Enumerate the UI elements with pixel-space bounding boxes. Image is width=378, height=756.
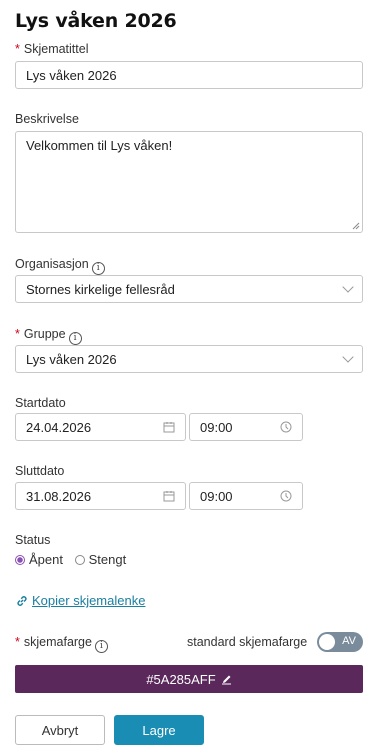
group-label-text: Gruppe: [23, 327, 66, 341]
start-time-input[interactable]: 09:00: [189, 413, 303, 441]
copy-link[interactable]: Kopier skjemalenke: [15, 593, 145, 608]
end-date-input[interactable]: 31.08.2026: [15, 482, 186, 510]
clock-icon[interactable]: [280, 421, 292, 433]
schema-title-label: * Skjematittel: [15, 42, 88, 56]
info-icon[interactable]: i: [68, 331, 82, 345]
organization-label-text: Organisasjon: [15, 257, 89, 271]
resize-handle-icon[interactable]: [352, 222, 360, 230]
description-label: Beskrivelse: [15, 112, 79, 126]
color-picker-button[interactable]: #5A285AFF: [15, 665, 363, 693]
clock-icon[interactable]: [280, 490, 292, 502]
calendar-icon[interactable]: [163, 490, 175, 502]
schema-color-label: * skjemafarge i: [15, 635, 108, 653]
link-icon: [17, 595, 27, 606]
toggle-knob: [319, 634, 335, 650]
description-textarea[interactable]: Velkommen til Lys våken!: [15, 131, 363, 233]
organization-value: Stornes kirkelige fellesråd: [26, 281, 175, 297]
schema-title-value: Lys våken 2026: [26, 67, 117, 83]
calendar-icon[interactable]: [163, 421, 175, 433]
radio-selected-icon[interactable]: [15, 555, 25, 565]
required-mark: *: [15, 327, 20, 341]
end-time-value: 09:00: [200, 488, 233, 504]
end-date-label: Sluttdato: [15, 464, 65, 478]
status-option-closed-label: Stengt: [88, 552, 127, 567]
schema-color-label-text: skjemafarge: [23, 635, 92, 649]
end-date-value: 31.08.2026: [26, 488, 92, 504]
status-option-open-label: Åpent: [29, 552, 63, 567]
description-value: Velkommen til Lys våken!: [26, 138, 173, 153]
pencil-icon: [221, 675, 231, 684]
required-mark: *: [15, 635, 20, 649]
radio-icon[interactable]: [74, 555, 85, 565]
save-button[interactable]: Lagre: [114, 715, 204, 745]
chevron-down-icon: [342, 351, 354, 363]
start-date-label: Startdato: [15, 396, 66, 410]
group-select[interactable]: Lys våken 2026: [15, 345, 363, 373]
info-icon[interactable]: i: [91, 261, 105, 275]
schema-title-label-text: Skjematittel: [23, 42, 89, 56]
group-label: * Gruppe i: [15, 327, 82, 345]
copy-link-label[interactable]: Kopier skjemalenke: [32, 593, 145, 608]
default-color-toggle[interactable]: AV: [317, 632, 363, 652]
organization-select[interactable]: Stornes kirkelige fellesråd: [15, 275, 363, 303]
group-value: Lys våken 2026: [26, 351, 117, 367]
status-option-open[interactable]: Åpent: [15, 552, 63, 567]
status-option-closed[interactable]: Stengt: [74, 552, 127, 567]
organization-label: Organisasjon i: [15, 257, 105, 275]
start-time-value: 09:00: [200, 419, 233, 435]
status-radio-group: Åpent Stengt: [15, 552, 126, 567]
status-label: Status: [15, 533, 51, 547]
chevron-down-icon: [342, 281, 354, 293]
required-mark: *: [15, 42, 20, 56]
default-color-label: standard skjemafarge: [187, 635, 308, 649]
toggle-state-text: AV: [342, 635, 356, 647]
info-icon[interactable]: i: [94, 639, 108, 653]
schema-title-input[interactable]: Lys våken 2026: [15, 61, 363, 89]
end-time-input[interactable]: 09:00: [189, 482, 303, 510]
start-date-value: 24.04.2026: [26, 419, 92, 435]
start-date-input[interactable]: 24.04.2026: [15, 413, 186, 441]
cancel-button[interactable]: Avbryt: [15, 715, 105, 745]
page-title: Lys våken 2026: [15, 10, 177, 32]
color-value: #5A285AFF: [146, 671, 216, 687]
